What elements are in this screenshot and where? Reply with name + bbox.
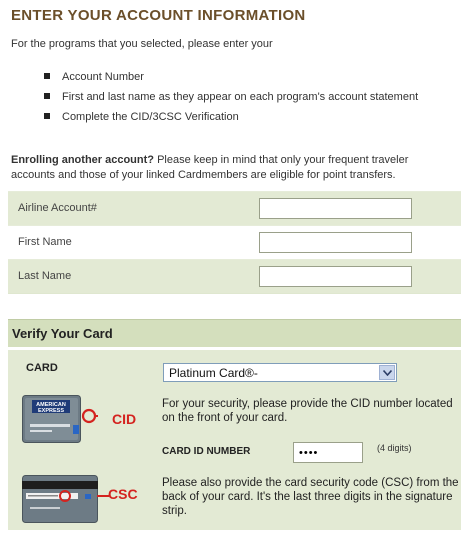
bullet-icon	[44, 113, 50, 119]
card-id-label: CARD ID NUMBER	[162, 446, 251, 457]
account-form: Airline Account# First Name Last Name	[8, 191, 461, 294]
bullet-icon	[44, 93, 50, 99]
airline-account-row: Airline Account#	[8, 191, 461, 225]
requirements-list: Account Number First and last name as th…	[44, 70, 418, 130]
page-title: ENTER YOUR ACCOUNT INFORMATION	[11, 7, 306, 24]
digits-hint: (4 digits)	[377, 443, 412, 453]
enroll-heading: Enrolling another account?	[11, 154, 155, 166]
enroll-notice: Enrolling another account? Please keep i…	[11, 153, 411, 183]
csc-callout: CSC	[108, 486, 138, 502]
card-id-input[interactable]	[293, 442, 363, 463]
card-back-image	[22, 475, 98, 523]
verify-title: Verify Your Card	[12, 326, 113, 341]
cid-callout: CID	[112, 411, 137, 427]
first-name-row: First Name	[8, 225, 461, 259]
csc-pointer-line	[97, 495, 109, 497]
last-name-label: Last Name	[18, 270, 72, 282]
card-select-value: Platinum Card®-	[169, 366, 258, 380]
last-name-row: Last Name	[8, 259, 461, 293]
list-item: First and last name as they appear on ea…	[44, 90, 418, 110]
last-name-input[interactable]	[259, 266, 412, 287]
cid-instructions: For your security, please provide the CI…	[162, 398, 453, 424]
verify-section-header: Verify Your Card	[8, 319, 461, 347]
airline-account-label: Airline Account#	[18, 202, 97, 214]
first-name-label: First Name	[18, 236, 72, 248]
card-label: CARD	[26, 362, 58, 374]
list-item: Complete the CID/3CSC Verification	[44, 110, 418, 130]
first-name-input[interactable]	[259, 232, 412, 253]
airline-account-input[interactable]	[259, 198, 412, 219]
card-select[interactable]: Platinum Card®-	[163, 363, 397, 382]
chevron-down-icon[interactable]	[379, 365, 395, 380]
list-item: Account Number	[44, 70, 418, 90]
amex-card-front-image: AMERICAN EXPRESS	[22, 395, 98, 443]
csc-instructions: Please also provide the card security co…	[162, 477, 459, 517]
amex-brand-line2: EXPRESS	[38, 408, 64, 414]
bullet-icon	[44, 73, 50, 79]
intro-text: For the programs that you selected, plea…	[11, 38, 273, 50]
